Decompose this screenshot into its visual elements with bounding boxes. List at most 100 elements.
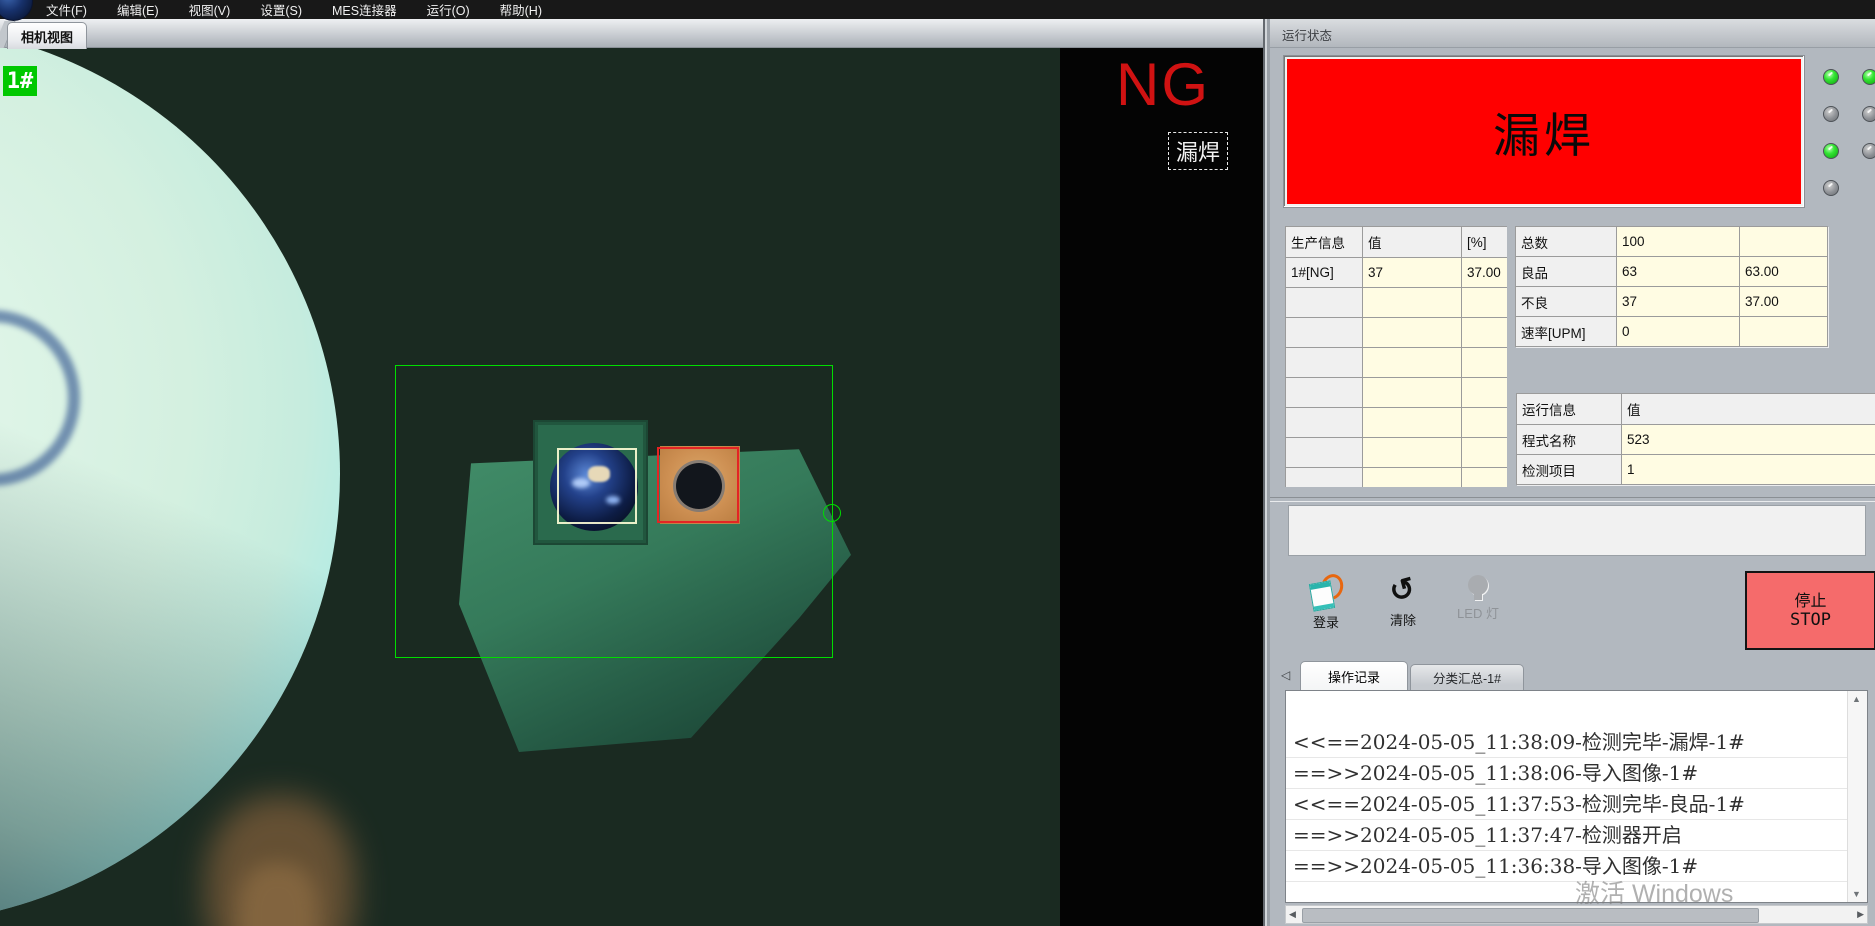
table-cell bbox=[1462, 468, 1508, 488]
table-header-cell: 生产信息 bbox=[1286, 227, 1363, 258]
menu-item[interactable]: 设置(S) bbox=[260, 0, 302, 19]
inspection-roi bbox=[395, 365, 833, 658]
status-led-off bbox=[1823, 180, 1839, 196]
production-table: 生产信息值[%]1#[NG]3737.00 bbox=[1285, 226, 1507, 487]
table-cell bbox=[1462, 408, 1508, 438]
status-led-column-2 bbox=[1862, 69, 1875, 159]
table-cell bbox=[1286, 438, 1363, 468]
tab-operation-log[interactable]: 操作记录 bbox=[1300, 661, 1408, 690]
status-banner-frame: 漏焊 bbox=[1283, 55, 1805, 208]
table-cell bbox=[1286, 348, 1363, 378]
led-light-button[interactable]: LED 灯 bbox=[1450, 575, 1506, 637]
table-cell: 37 bbox=[1363, 258, 1462, 288]
log-entry: ==>>2024-05-05_11:36:38-导入图像-1# bbox=[1286, 851, 1847, 882]
clear-button[interactable]: ↺ 清除 bbox=[1375, 576, 1431, 638]
status-led-off bbox=[1862, 106, 1875, 122]
scroll-down-icon[interactable]: ▼ bbox=[1852, 889, 1861, 899]
table-cell bbox=[1286, 378, 1363, 408]
divider-line bbox=[1270, 497, 1875, 502]
login-button[interactable]: 登录 bbox=[1298, 576, 1354, 638]
table-cell: 检测项目 bbox=[1517, 455, 1622, 485]
result-ng-label: NG bbox=[1116, 50, 1210, 119]
stop-button-label-cn: 停止 bbox=[1794, 592, 1826, 611]
status-panel-header: 运行状态 bbox=[1270, 19, 1875, 48]
table-cell: 37 bbox=[1617, 287, 1740, 317]
table-cell: 63 bbox=[1617, 257, 1740, 287]
clear-button-label: 清除 bbox=[1390, 610, 1416, 629]
roi-handle[interactable] bbox=[823, 504, 841, 522]
operation-log-panel: <<==2024-05-05_11:38:09-检测完毕-漏焊-1#==>>20… bbox=[1285, 690, 1868, 903]
table-cell bbox=[1363, 348, 1462, 378]
camera-image-black-margin bbox=[1060, 48, 1263, 926]
panel-divider[interactable] bbox=[1263, 19, 1270, 926]
vertical-scrollbar[interactable]: ▲ ▼ bbox=[1847, 691, 1867, 902]
table-cell bbox=[1363, 468, 1462, 488]
table-cell bbox=[1363, 408, 1462, 438]
activate-windows-watermark: 激活 Windows bbox=[1575, 874, 1733, 910]
status-led-on bbox=[1823, 69, 1839, 85]
tabs-scroll-left-icon[interactable]: ◁ bbox=[1281, 668, 1290, 682]
menu-item[interactable]: MES连接器 bbox=[332, 0, 397, 19]
status-led-on bbox=[1862, 69, 1875, 85]
table-header-cell: 值 bbox=[1363, 227, 1462, 258]
production-table-wrap: 生产信息值[%]1#[NG]3737.00 bbox=[1285, 226, 1507, 487]
table-header-cell: 运行信息 bbox=[1517, 394, 1622, 425]
tab-operation-log-label: 操作记录 bbox=[1328, 667, 1380, 686]
scroll-right-icon[interactable]: ▶ bbox=[1857, 909, 1864, 920]
log-entry: <<==2024-05-05_11:37:53-检测完毕-良品-1# bbox=[1286, 789, 1847, 820]
stop-button-label-en: STOP bbox=[1790, 611, 1831, 630]
run-info-table: 运行信息值程式名称523检测项目1 bbox=[1516, 393, 1875, 485]
menu-item[interactable]: 文件(F) bbox=[46, 0, 87, 19]
table-cell: 37.00 bbox=[1740, 287, 1828, 317]
tab-camera-view[interactable]: 相机视图 bbox=[7, 22, 87, 49]
menu-item[interactable]: 运行(O) bbox=[427, 0, 470, 19]
menu-item[interactable]: 帮助(H) bbox=[500, 0, 542, 19]
table-cell: 总数 bbox=[1516, 227, 1617, 257]
table-cell bbox=[1286, 468, 1363, 488]
camera-tab-bar: 相机视图 bbox=[0, 19, 1263, 48]
horizontal-scrollbar-thumb[interactable] bbox=[1302, 908, 1759, 923]
table-cell: 100 bbox=[1617, 227, 1740, 257]
status-banner: 漏焊 bbox=[1287, 59, 1801, 204]
log-entry: <<==2024-05-05_11:38:09-检测完毕-漏焊-1# bbox=[1286, 727, 1847, 758]
table-cell bbox=[1286, 288, 1363, 318]
camera-image-debris bbox=[238, 863, 318, 926]
table-cell: 程式名称 bbox=[1517, 425, 1622, 455]
table-cell bbox=[1740, 317, 1828, 347]
stop-button[interactable]: 停止 STOP bbox=[1745, 571, 1875, 650]
clear-arrow-icon: ↺ bbox=[1387, 573, 1419, 608]
menu-bar: 文件(F) 编辑(E) 视图(V) 设置(S) MES连接器 运行(O) 帮助(H) bbox=[0, 0, 1875, 19]
table-cell: 523 bbox=[1622, 425, 1875, 455]
scroll-left-icon[interactable]: ◀ bbox=[1289, 909, 1296, 920]
login-button-label: 登录 bbox=[1313, 612, 1339, 631]
menu-item[interactable]: 编辑(E) bbox=[117, 0, 159, 19]
table-cell bbox=[1363, 288, 1462, 318]
status-led-off bbox=[1862, 143, 1875, 159]
tab-classification-summary-label: 分类汇总-1# bbox=[1433, 668, 1501, 687]
table-header-cell: 值 bbox=[1622, 394, 1875, 425]
table-cell bbox=[1363, 378, 1462, 408]
status-led-column-1 bbox=[1823, 69, 1839, 196]
scroll-up-icon[interactable]: ▲ bbox=[1852, 694, 1861, 704]
tab-classification-summary[interactable]: 分类汇总-1# bbox=[1410, 664, 1524, 690]
log-entry: ==>>2024-05-05_11:38:06-导入图像-1# bbox=[1286, 758, 1847, 789]
camera-viewport: 1# NG 漏焊 bbox=[0, 48, 1263, 926]
table-cell bbox=[1462, 288, 1508, 318]
table-cell: 速率[UPM] bbox=[1516, 317, 1617, 347]
table-cell: 63.00 bbox=[1740, 257, 1828, 287]
menu-item[interactable]: 视图(V) bbox=[189, 0, 231, 19]
log-entry: ==>>2024-05-05_11:37:47-检测器开启 bbox=[1286, 820, 1847, 851]
table-cell: 不良 bbox=[1516, 287, 1617, 317]
light-bulb-icon bbox=[1468, 575, 1488, 599]
status-led-off bbox=[1823, 106, 1839, 122]
status-panel: 漏焊 生产信息值[%]1#[NG]3737.00 总数100 良品6363.00… bbox=[1270, 48, 1875, 926]
status-panel-title: 运行状态 bbox=[1282, 25, 1332, 44]
tab-camera-view-label: 相机视图 bbox=[21, 27, 73, 46]
table-cell bbox=[1462, 318, 1508, 348]
table-cell bbox=[1286, 408, 1363, 438]
table-cell bbox=[1462, 378, 1508, 408]
message-box bbox=[1288, 505, 1866, 556]
led-light-button-label: LED 灯 bbox=[1457, 603, 1499, 622]
login-badge-icon bbox=[1311, 576, 1341, 608]
operation-log-list: <<==2024-05-05_11:38:09-检测完毕-漏焊-1#==>>20… bbox=[1286, 727, 1847, 882]
